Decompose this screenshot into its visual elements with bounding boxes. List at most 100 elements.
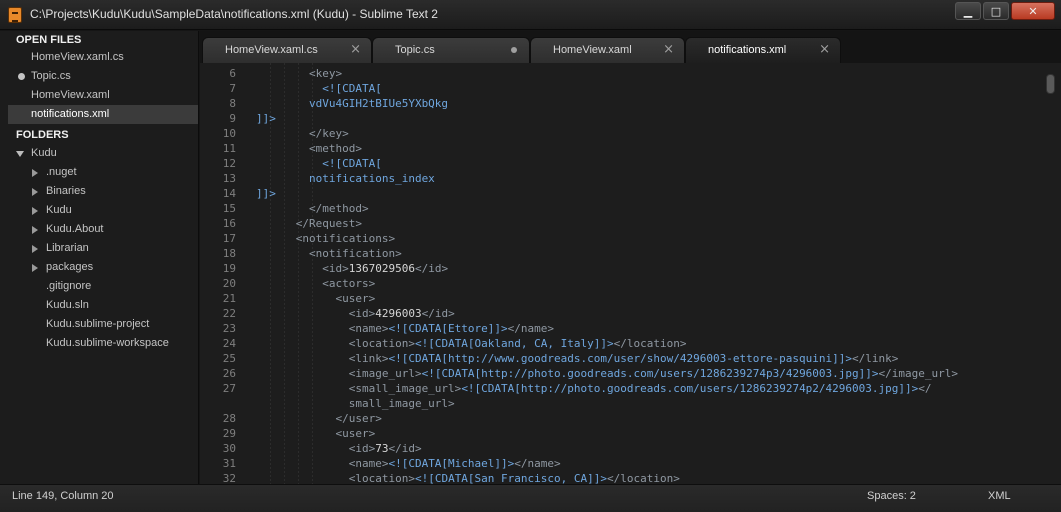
window-title: C:\Projects\Kudu\Kudu\SampleData\notific… [30,7,438,21]
code-token: </id> [414,262,449,275]
line-number: 25 [222,352,236,365]
code-token: <method> [256,142,362,155]
open-file-label: HomeView.xaml [31,89,110,101]
code-token: </location> [607,472,680,484]
window-controls: ▁ □ ✕ [955,2,1055,20]
tab-close-icon[interactable]: × [663,38,674,62]
sidebar: OPEN FILES HomeView.xaml.cs Topic.cs HomeV… [0,31,199,484]
code-line: vdVu4GIH2tBIUe5YXbQkg [256,96,448,111]
collapsed-arrow-icon [32,226,38,234]
modified-dot-icon[interactable] [511,47,517,53]
code-line: <name><![CDATA[Michael]]></name> [256,456,561,471]
line-number: 21 [222,292,236,305]
tree-item-label: .nuget [46,166,77,178]
tab-label: HomeView.xaml [553,44,632,56]
collapsed-arrow-icon [32,207,38,215]
line-number: 28 [222,412,236,425]
tree-item-label: Kudu.sublime-project [46,318,150,330]
code-token: </Request> [256,217,362,230]
tab-file[interactable]: HomeView.xaml × [530,37,685,63]
code-token: </location> [613,337,687,350]
code-line: <image_url><![CDATA[http://photo.goodrea… [256,366,958,381]
tab-close-icon[interactable]: × [350,38,361,62]
code-line: <small_image_url><![CDATA[http://photo.g… [256,381,932,396]
tree-item-label: packages [46,261,94,273]
code-token: </link> [852,352,899,365]
folder-item[interactable]: packages [32,258,198,277]
code-line: </key> [256,126,349,141]
status-bar: Line 149, Column 20 Spaces: 2 XML [0,484,1061,512]
open-file-item[interactable]: notifications.xml [8,105,198,124]
minimize-button[interactable]: ▁ [955,2,981,20]
line-number: 8 [229,97,236,110]
tab-close-icon[interactable]: × [819,38,830,62]
open-file-item[interactable]: Topic.cs [8,67,198,86]
folder-item[interactable]: Librarian [32,239,198,258]
collapsed-arrow-icon [32,264,38,272]
open-file-label: Topic.cs [31,70,71,82]
file-item[interactable]: Kudu.sublime-project [32,315,198,334]
folder-item[interactable]: Kudu.About [32,220,198,239]
code-line: <user> [256,291,375,306]
line-number: 26 [222,367,236,380]
code-line: <location><![CDATA[Oakland, CA, Italy]]>… [256,336,687,351]
code-token: notifications_index [256,172,435,185]
code-editor[interactable]: 6 <key> 7 <![CDATA[8 vdVu4GIH2tBIUe5YXbQk… [200,63,1061,484]
code-line: small_image_url> [256,396,455,411]
code-token: </id> [421,307,455,320]
folder-item[interactable]: .nuget [32,163,198,182]
code-token: ]]> [256,187,276,200]
line-number: 32 [222,472,236,484]
tab-label: Topic.cs [395,44,435,56]
indentation-setting[interactable]: Spaces: 2 [867,490,916,502]
code-token: <image_url> [256,367,422,380]
code-line: <id>1367029506</id> [256,261,448,276]
code-line: <![CDATA[ [256,156,382,171]
code-token: 1367029506 [348,262,415,275]
line-number: 19 [222,262,236,275]
code-token: <notifications> [256,232,396,245]
folder-item[interactable]: Kudu [32,201,198,220]
line-number: 31 [222,457,236,470]
code-line: <id>73</id> [256,441,422,456]
scrollbar-thumb[interactable] [1046,74,1055,94]
folder-root-kudu[interactable]: Kudu [16,144,198,163]
code-token: <![CDATA[San Francisco, CA]]> [414,472,608,484]
code-token: <location> [256,337,415,350]
syntax-mode[interactable]: XML [988,490,1011,502]
line-number: 15 [222,202,236,215]
close-button[interactable]: ✕ [1011,2,1055,20]
folder-item[interactable]: Binaries [32,182,198,201]
code-token: <user> [256,427,376,440]
line-number: 12 [222,157,236,170]
code-token: </name> [507,322,555,335]
folders-header: FOLDERS [16,129,69,141]
tree-item-label: Binaries [46,185,86,197]
code-token: </method> [256,202,369,215]
line-number: 30 [222,442,236,455]
open-file-label: notifications.xml [31,108,110,120]
line-number: 11 [222,142,236,155]
code-line: <link><![CDATA[http://www.goodreads.com/… [256,351,899,366]
file-item[interactable]: .gitignore [32,277,198,296]
open-file-item[interactable]: HomeView.xaml.cs [8,48,198,67]
file-item[interactable]: Kudu.sublime-workspace [32,334,198,353]
file-item[interactable]: Kudu.sln [32,296,198,315]
tab-file[interactable]: notifications.xml × [685,37,841,63]
code-line: </user> [256,411,381,426]
line-number: 20 [222,277,236,290]
code-token: <![CDATA[http://www.goodreads.com/user/s… [388,352,853,365]
code-token: <name> [256,457,389,470]
modified-dot-icon [18,73,25,80]
tab-file[interactable]: Topic.cs [372,37,530,63]
line-number: 24 [222,337,236,350]
maximize-button[interactable]: □ [983,2,1009,20]
code-token: <![CDATA[Michael]]> [388,457,515,470]
cursor-position: Line 149, Column 20 [12,490,114,502]
tab-file[interactable]: HomeView.xaml.cs × [202,37,372,63]
code-token: ]]> [256,112,276,125]
open-file-item[interactable]: HomeView.xaml [8,86,198,105]
vertical-scrollbar[interactable] [1046,72,1055,482]
tree-item-label: Kudu.sublime-workspace [46,337,169,349]
line-number: 17 [222,232,236,245]
